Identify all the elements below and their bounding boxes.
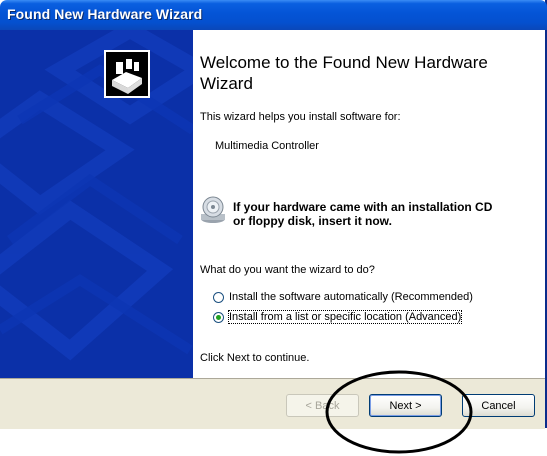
question-text: What do you want the wizard to do?	[200, 264, 375, 276]
option-label[interactable]: Install from a list or specific location…	[227, 310, 463, 324]
option-install-automatically[interactable]: Install the software automatically (Reco…	[213, 291, 473, 303]
window-title: Found New Hardware Wizard	[7, 6, 203, 22]
option-label[interactable]: Install the software automatically (Reco…	[229, 291, 473, 303]
page-title: Welcome to the Found New Hardware Wizard	[200, 53, 488, 93]
cd-disk-icon	[200, 196, 226, 224]
device-name: Multimedia Controller	[215, 140, 319, 152]
intro-text: This wizard helps you install software f…	[200, 111, 401, 123]
wizard-content: Welcome to the Found New Hardware Wizard…	[193, 30, 545, 378]
title-bar[interactable]: Found New Hardware Wizard	[0, 0, 547, 30]
highlight-circle	[325, 370, 473, 454]
cd-note-line-2: or floppy disk, insert it now.	[233, 214, 392, 228]
radio-button[interactable]	[213, 291, 224, 303]
side-panel-artwork	[0, 30, 193, 361]
cd-note: If your hardware came with an installati…	[233, 200, 492, 228]
footer-text: Click Next to continue.	[200, 352, 310, 364]
cd-note-line-1: If your hardware came with an installati…	[233, 200, 493, 214]
hardware-wizard-icon	[104, 50, 150, 98]
wizard-side-panel	[0, 30, 193, 378]
wizard-window: Found New Hardware Wizard Welcome to the…	[0, 0, 547, 429]
radio-button-selected[interactable]	[213, 311, 224, 323]
option-install-from-list[interactable]: Install from a list or specific location…	[213, 310, 463, 324]
